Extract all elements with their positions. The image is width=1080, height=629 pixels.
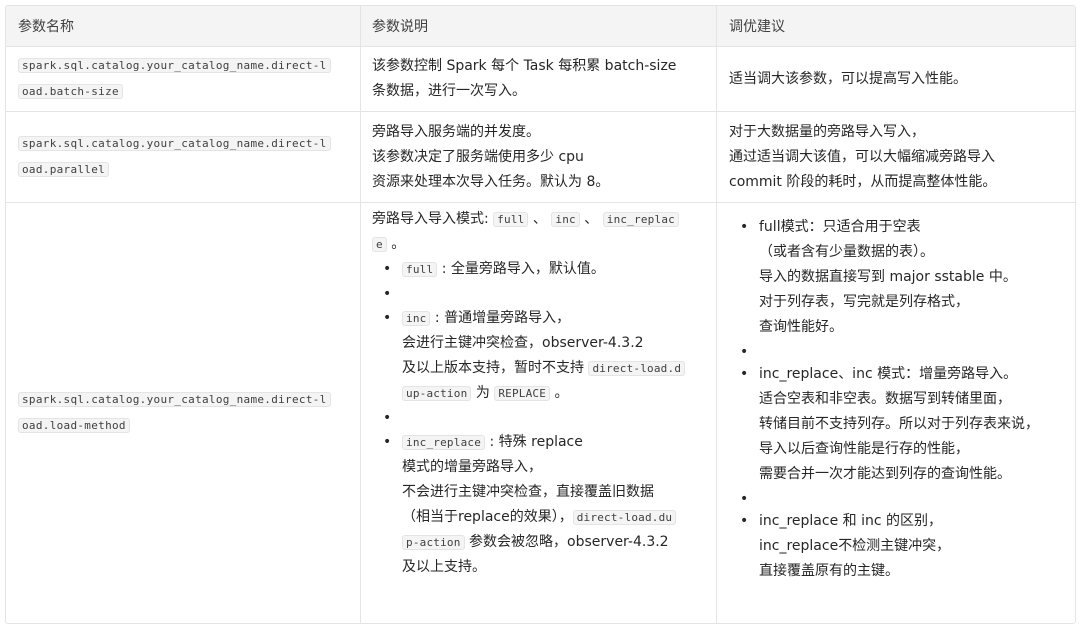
desc-text: 、 [579,211,603,227]
desc-text: 。 [386,236,406,252]
advice-text: full模式：只适合用于空表 [759,219,921,235]
list-item: full模式：只适合用于空表 （或者含有少量数据的表）。 导入的数据直接写到 m… [729,215,1063,340]
advice-text: 通过适当调大该值，可以大幅缩减旁路导入 [729,148,995,165]
inline-code: up-action [402,386,472,401]
desc-text: 该参数控制 Spark 每个 Task 每积累 batch-size [372,58,677,74]
advice-cell: 适当调大该参数，可以提高写入性能。 [717,47,1075,111]
advice-text: 转储目前不支持列存。所以对于列存表来说， [759,416,1039,432]
advice-text: 适合空表和非空表。数据写到转储里面， [759,391,1011,407]
desc-text: 该参数决定了服务端使用多少 cpu [372,148,584,165]
desc-text: 不会进行主键冲突检查，直接覆盖旧数据 [402,484,654,500]
header-tuning-advice: 调优建议 [729,19,785,35]
advice-text: 适当调大该参数，可以提高写入性能。 [729,70,967,87]
param-name-code: spark.sql.catalog.your_catalog_name.dire… [18,136,331,151]
advice-text: inc_replace、inc 模式：增量旁路导入。 [759,366,1018,382]
desc-text: 为 [471,385,495,401]
list-spacer [372,282,704,307]
param-name-cell: spark.sql.catalog.your_catalog_name.dire… [6,112,361,202]
advice-text: inc_replace不检测主键冲突， [759,538,951,554]
param-name-code: spark.sql.catalog.your_catalog_name.dire… [18,392,331,407]
table-row: spark.sql.catalog.your_catalog_name.dire… [6,47,1075,112]
advice-text: 直接覆盖原有的主键。 [759,563,899,579]
desc-text: 及以上支持。 [402,559,486,575]
desc-text: （相当于replace的效果）， [402,509,573,525]
advice-text: inc_replace 和 inc 的区别， [759,513,942,529]
desc-text: 会进行主键冲突检查，observer-4.3.2 [402,335,644,351]
advice-text: 查询性能好。 [759,319,843,335]
desc-text: 、 [528,211,552,227]
advice-text: 对于大数据量的旁路导入写入， [729,123,925,140]
advice-text: commit 阶段的耗时，从而提高整体性能。 [729,173,997,190]
table-row: spark.sql.catalog.your_catalog_name.dire… [6,203,1075,623]
desc-text: : 普通增量旁路导入， [430,310,571,326]
inline-code: direct-load.d [588,361,686,376]
list-item: inc : 普通增量旁路导入， 会进行主键冲突检查，observer-4.3.2… [372,306,704,406]
desc-text: : 全量旁路导入，默认值。 [437,261,605,277]
header-param-desc: 参数说明 [361,6,717,46]
desc-text: 条数据，进行一次写入。 [372,83,526,99]
desc-text: 及以上版本支持，暂时不支持 [402,360,589,376]
desc-text: 旁路导入导入模式: [372,211,494,227]
advice-text: （或者含有少量数据的表）。 [759,244,934,260]
inline-code: direct-load.du [572,510,677,525]
list-item: inc_replace : 特殊 replace 模式的增量旁路导入， 不会进行… [372,430,704,580]
desc-text: 旁路导入服务端的并发度。 [372,123,540,140]
parameter-table: 参数名称 参数说明 调优建议 spark.sql.catalog.your_ca… [5,5,1076,624]
advice-cell: 对于大数据量的旁路导入写入， 通过适当调大该值，可以大幅缩减旁路导入 commi… [717,112,1075,202]
desc-text: 资源来处理本次导入任务。默认为 8。 [372,173,610,190]
param-desc-cell: 旁路导入导入模式: full 、 inc 、 inc_replac e 。 fu… [361,203,717,623]
table-row: spark.sql.catalog.your_catalog_name.dire… [6,112,1075,203]
advice-list: full模式：只适合用于空表 （或者含有少量数据的表）。 导入的数据直接写到 m… [729,215,1063,584]
desc-text: 参数会被忽略，observer-4.3.2 [464,534,669,550]
table-header-row: 参数名称 参数说明 调优建议 [6,6,1075,47]
list-item: full : 全量旁路导入，默认值。 [372,257,704,282]
advice-text: 对于列存表，写完就是列存格式， [759,294,969,310]
inline-code: full [493,212,529,227]
list-spacer [729,487,1063,512]
param-name-cell: spark.sql.catalog.your_catalog_name.dire… [6,47,361,111]
param-name-code: spark.sql.catalog.your_catalog_name.dire… [18,58,331,73]
inline-code: REPLACE [494,386,551,401]
inline-code: inc [551,212,580,227]
param-name-code: oad.load-method [18,418,130,433]
list-item: inc_replace 和 inc 的区别， inc_replace不检测主键冲… [729,509,1063,584]
param-desc-cell: 该参数控制 Spark 每个 Task 每积累 batch-size 条数据，进… [361,47,717,111]
inline-code: inc [402,311,431,326]
inline-code: e [372,237,387,252]
list-spacer [372,406,704,431]
list-spacer [729,340,1063,365]
param-desc-cell: 旁路导入服务端的并发度。 该参数决定了服务端使用多少 cpu 资源来处理本次导入… [361,112,717,202]
advice-cell: full模式：只适合用于空表 （或者含有少量数据的表）。 导入的数据直接写到 m… [717,203,1075,623]
advice-text: 导入以后查询性能是行存的性能， [759,441,969,457]
inline-code: inc_replac [602,212,679,227]
desc-text: : 特殊 replace [485,434,583,450]
inline-code: inc_replace [402,435,486,450]
param-name-code: oad.parallel [18,162,110,177]
inline-code: full [402,262,438,277]
advice-text: 导入的数据直接写到 major sstable 中。 [759,269,1017,285]
load-method-list: full : 全量旁路导入，默认值。 inc : 普通增量旁路导入， 会进行主键… [372,257,704,580]
desc-text: 模式的增量旁路导入， [402,459,542,475]
header-param-name: 参数名称 [6,6,361,46]
inline-code: p-action [402,535,465,550]
desc-text: 。 [550,385,569,401]
advice-text: 需要合并一次才能达到列存的查询性能。 [759,466,1011,482]
list-item: inc_replace、inc 模式：增量旁路导入。 适合空表和非空表。数据写到… [729,362,1063,487]
param-name-code: oad.batch-size [18,84,123,99]
param-name-cell: spark.sql.catalog.your_catalog_name.dire… [6,203,361,623]
